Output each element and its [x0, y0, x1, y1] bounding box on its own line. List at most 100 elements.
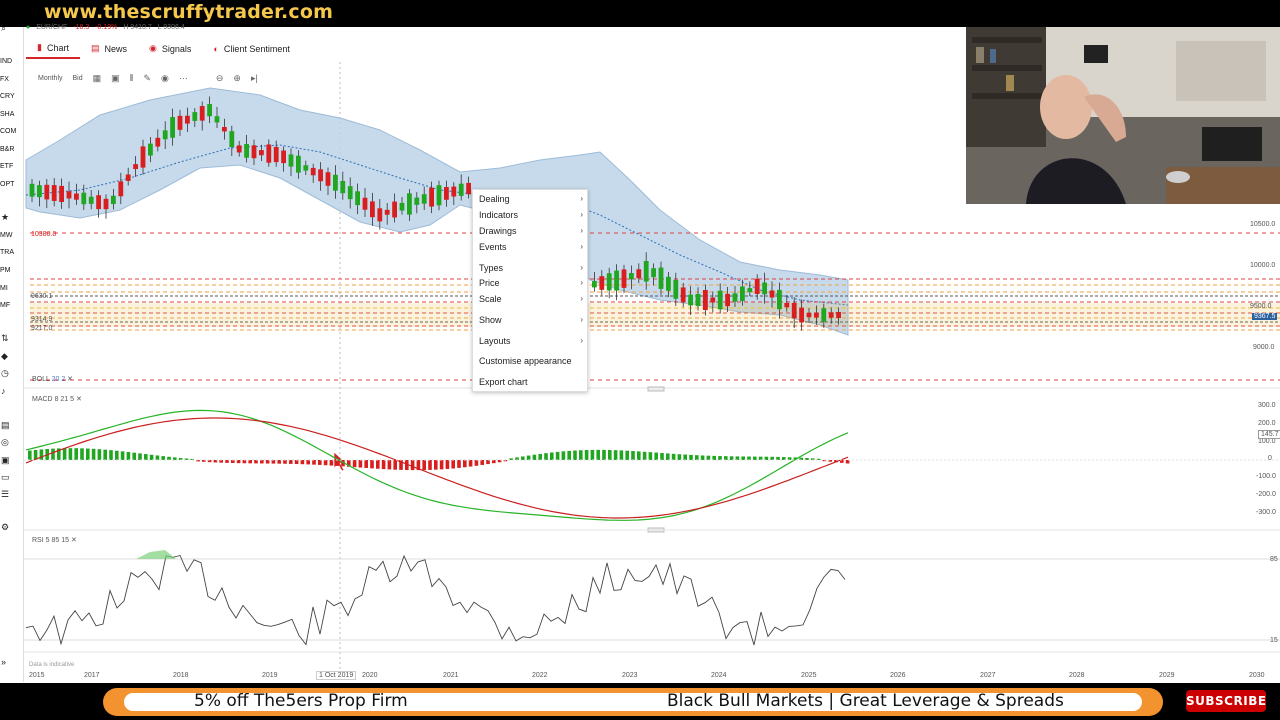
tag-icon[interactable]: ◆: [1, 351, 13, 362]
candle-body: [710, 297, 716, 303]
macd-histogram-bar: [526, 455, 531, 460]
live-dot-icon: ●: [26, 24, 31, 31]
menu-item-dealing[interactable]: Dealing ›: [479, 192, 583, 206]
sidebar-item-br[interactable]: B&R: [0, 146, 20, 153]
macd-histogram-bar: [544, 453, 548, 460]
subscribe-button[interactable]: SUBSCRIBE: [1186, 690, 1266, 712]
tab-client-sentiment[interactable]: ◐ Client Sentiment: [202, 38, 300, 59]
sidebar-item-mw[interactable]: MW: [0, 232, 20, 239]
menu-item-scale[interactable]: Scale ›: [479, 292, 583, 306]
candle-body: [251, 145, 257, 159]
star-icon[interactable]: ★: [1, 212, 13, 223]
menu-item-price[interactable]: Price ›: [479, 276, 583, 290]
menu-item-show[interactable]: Show ›: [479, 313, 583, 327]
rsi-line: [25, 554, 846, 646]
tab-news[interactable]: ▤ News: [80, 38, 138, 59]
chevron-right-icon: ›: [580, 263, 583, 272]
sidebar-item-pm[interactable]: PM: [0, 267, 20, 274]
more-icon[interactable]: ⋯: [179, 73, 188, 84]
macd-histogram-bar: [712, 455, 716, 460]
card-icon[interactable]: ▭: [1, 472, 13, 483]
ticker-inner: 5% off The5ers Prop Firm Black Bull Mark…: [124, 691, 1142, 711]
sidebar-item-fx[interactable]: FX: [0, 76, 20, 83]
boll-label[interactable]: BOLL 20 2 ✕: [32, 375, 73, 383]
sliders-icon[interactable]: ☰: [1, 489, 13, 500]
menu-item-export-chart[interactable]: Export chart: [479, 375, 583, 389]
transfer-icon[interactable]: ⇅: [1, 333, 13, 344]
menu-item-events[interactable]: Events ›: [479, 240, 583, 254]
chart-tabs: ▮ Chart ▤ News ◉ Signals ◐ Client Sentiment: [26, 38, 301, 60]
candle-body: [37, 185, 42, 198]
candle-body: [747, 288, 753, 293]
macd-histogram-bar: [294, 460, 299, 465]
menu-item-layouts[interactable]: Layouts ›: [479, 334, 583, 348]
macd-histogram-bar: [39, 449, 44, 460]
sidebar-item-etf[interactable]: ETF: [0, 163, 20, 170]
candle-body: [828, 312, 834, 318]
menu-item-customise-appearance[interactable]: Customise appearance: [479, 354, 583, 368]
macd-histogram-bar: [741, 456, 745, 460]
candle-body: [177, 115, 183, 130]
interval-select[interactable]: Monthly: [38, 75, 63, 82]
macd-histogram-bar: [312, 460, 316, 465]
candle-body: [407, 193, 412, 215]
candle-body: [429, 187, 434, 207]
search-icon[interactable]: ⌕: [1, 23, 13, 34]
macd-histogram-bar: [637, 451, 641, 460]
sidebar-item-opt[interactable]: OPT: [0, 181, 20, 188]
chart-type-icon[interactable]: ▣: [111, 73, 120, 84]
candle-body: [621, 269, 627, 288]
history-icon[interactable]: ◷: [1, 368, 13, 379]
candle-body: [266, 144, 272, 163]
price-change-pct: -0.19%: [95, 24, 118, 31]
sidebar-item-sha[interactable]: SHA: [0, 111, 20, 118]
candle-body: [673, 279, 679, 299]
candle-body: [680, 287, 686, 303]
eye-icon[interactable]: ◉: [161, 73, 169, 84]
report-icon[interactable]: ▤: [1, 420, 13, 431]
expand-sidebar-icon[interactable]: »: [1, 657, 13, 667]
zoom-in-icon[interactable]: ⊕: [233, 73, 241, 84]
sidebar-item-mi[interactable]: MI: [0, 285, 20, 292]
macd-histogram-bar: [753, 456, 757, 460]
tab-signals[interactable]: ◉ Signals: [138, 38, 202, 59]
news-sidebar-icon[interactable]: ▣: [1, 455, 13, 466]
macd-histogram-bar: [445, 460, 450, 469]
menu-item-drawings[interactable]: Drawings ›: [479, 224, 583, 238]
sentiment-icon: ◐: [213, 43, 219, 54]
price-type-select[interactable]: Bid: [73, 75, 83, 82]
macd-histogram-bar: [451, 460, 455, 469]
candle-body: [814, 312, 819, 318]
sidebar-item-com[interactable]: COM: [0, 128, 20, 135]
sidebar-item-ind[interactable]: IND: [0, 58, 20, 65]
candle-body: [155, 137, 161, 147]
instrument-pair[interactable]: EUR/CHF: [36, 24, 67, 31]
sidebar-item-tra[interactable]: TRA: [0, 249, 20, 256]
candle-body: [162, 130, 168, 140]
zoom-out-icon[interactable]: ⊖: [216, 73, 224, 84]
tab-chart[interactable]: ▮ Chart: [26, 38, 80, 59]
macd-histogram-bar: [671, 453, 676, 460]
scroll-end-icon[interactable]: ▸|: [251, 73, 258, 84]
draw-icon[interactable]: ✎: [143, 73, 151, 84]
signals-icon: ◉: [149, 43, 157, 53]
indicators-icon[interactable]: ⫴: [130, 73, 134, 84]
rsi-label[interactable]: RSI 5 85 15 ✕: [32, 536, 77, 544]
candle-body: [444, 187, 449, 200]
bell-icon[interactable]: ♪: [1, 386, 13, 396]
menu-item-indicators[interactable]: Indicators ›: [479, 208, 583, 222]
macd-histogram-bar: [387, 460, 392, 470]
macd-histogram-bar: [364, 460, 368, 468]
macd-histogram-bar: [666, 453, 670, 460]
macd-current-badge: 145.7: [1258, 430, 1280, 439]
signal-icon[interactable]: ◎: [1, 437, 13, 448]
year-label: 2024: [711, 672, 727, 679]
menu-item-types[interactable]: Types ›: [479, 261, 583, 275]
calendar-icon[interactable]: ▦: [93, 73, 102, 84]
sidebar-item-cry[interactable]: CRY: [0, 93, 20, 100]
macd-histogram-bar: [654, 452, 658, 460]
sidebar-item-mf[interactable]: MF: [0, 302, 20, 309]
year-label: 2021: [443, 672, 459, 679]
settings-icon[interactable]: ⚙: [1, 522, 13, 533]
macd-label[interactable]: MACD 8 21 5 ✕: [32, 395, 82, 403]
